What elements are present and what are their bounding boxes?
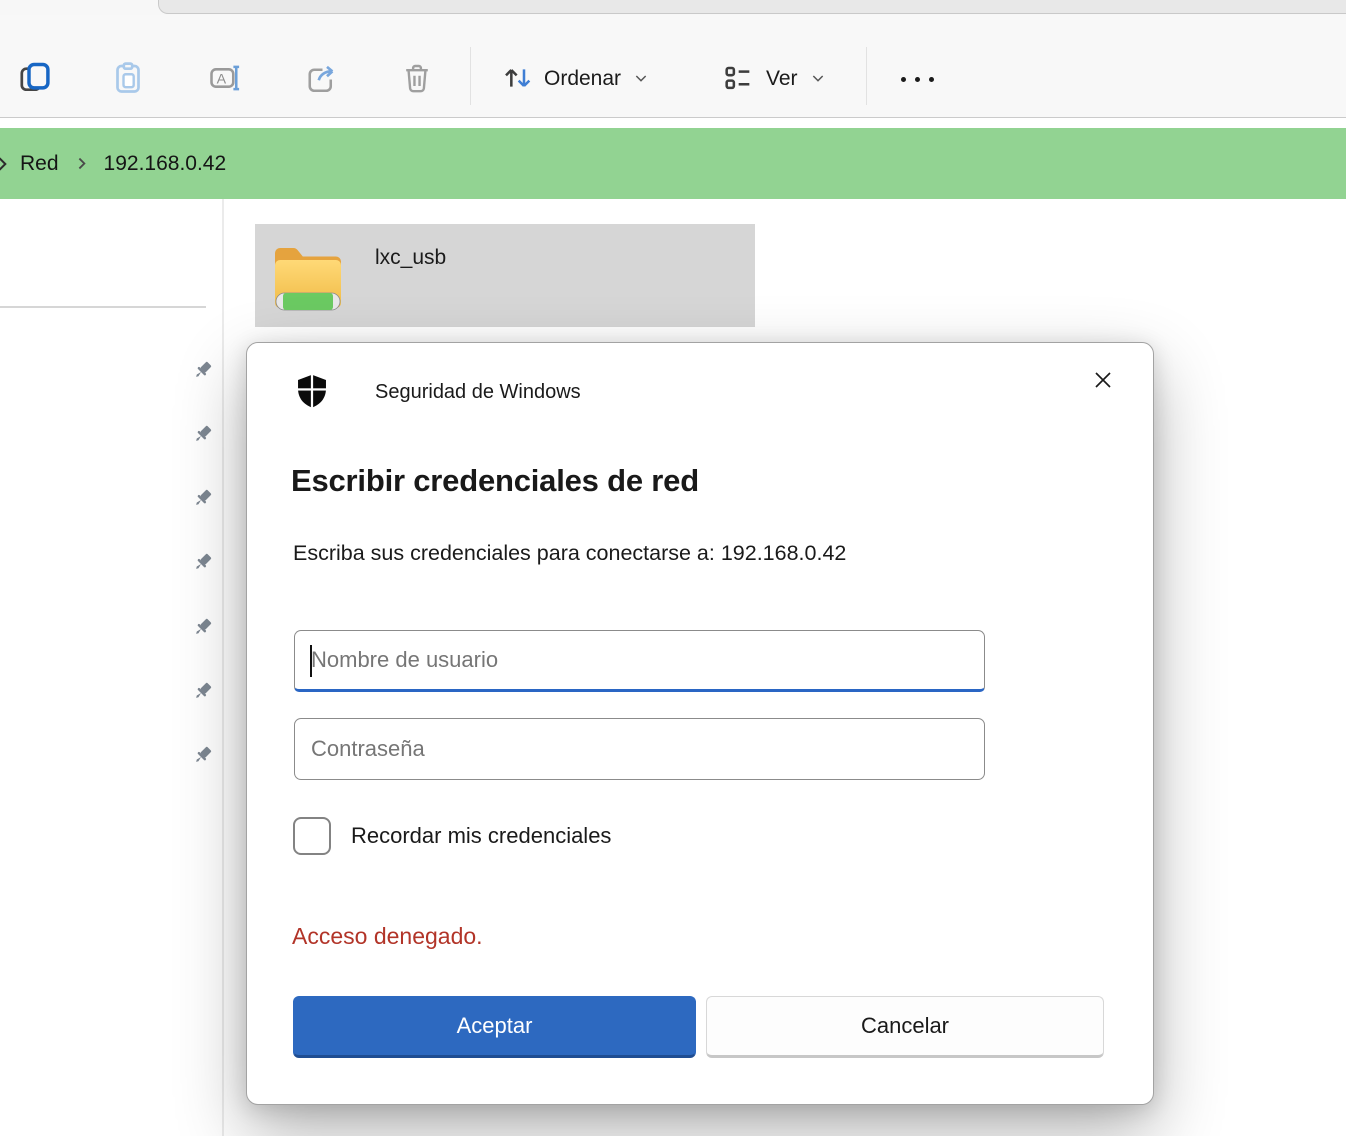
error-message: Acceso denegado. [292,923,483,950]
toolbar-separator [470,47,471,105]
pin-icon[interactable] [192,551,214,573]
sidebar-separator [222,199,224,1136]
explorer-tab[interactable] [158,0,1346,14]
copy-icon [17,60,53,99]
shield-icon [293,371,331,416]
chevron-right-icon [0,128,12,199]
cancel-button[interactable]: Cancelar [706,996,1104,1058]
pin-icon[interactable] [192,744,214,766]
rename-button[interactable]: A [205,59,245,99]
address-bar[interactable]: Red 192.168.0.42 [0,128,1346,199]
sort-button[interactable]: Ordenar [500,51,649,107]
sort-icon [500,62,532,97]
breadcrumb-item-red[interactable]: Red [20,152,59,176]
sidebar-section-divider [0,306,206,308]
view-label: Ver [766,67,798,91]
password-input[interactable] [295,719,984,779]
dialog-description: Escriba sus credenciales para conectarse… [293,541,846,566]
ok-button[interactable]: Aceptar [293,996,696,1058]
chevron-down-icon [810,70,826,89]
dialog-title: Seguridad de Windows [375,381,581,404]
delete-button[interactable] [397,59,437,99]
tab-strip [0,0,1346,15]
username-field[interactable] [294,630,985,692]
file-row-lxc-usb[interactable]: lxc_usb [255,224,755,327]
copy-button[interactable] [15,59,55,99]
text-caret [310,645,312,677]
pin-icon[interactable] [192,680,214,702]
file-explorer-window: A [0,0,1346,1136]
toolbar-separator [866,47,867,105]
paste-button[interactable] [108,59,148,99]
close-button[interactable] [1081,359,1125,403]
share-icon [303,60,339,99]
rename-icon: A [207,60,243,99]
sort-label: Ordenar [544,67,621,91]
password-field[interactable] [294,718,985,780]
folder-icon [267,236,353,323]
pin-icon[interactable] [192,616,214,638]
chevron-right-icon [73,155,90,172]
more-options-button[interactable] [893,59,941,99]
close-icon [1088,365,1118,398]
paste-icon [110,60,146,99]
windows-security-dialog: Seguridad de Windows Escribir credencial… [246,342,1154,1105]
chevron-down-icon [633,70,649,89]
toolbar: A [0,15,1346,118]
file-name: lxc_usb [375,246,446,270]
delete-icon [399,60,435,99]
more-icon [901,77,934,82]
pin-icon[interactable] [192,487,214,509]
remember-label: Recordar mis credenciales [351,823,611,849]
username-input[interactable] [295,631,984,689]
remember-credentials-row[interactable]: Recordar mis credenciales [293,817,611,855]
view-button[interactable]: Ver [722,51,826,107]
view-icon [722,62,754,97]
dialog-heading: Escribir credenciales de red [291,463,699,499]
dialog-buttons: Aceptar Cancelar [293,996,1104,1058]
breadcrumb-item-host[interactable]: 192.168.0.42 [104,152,227,176]
pin-icon[interactable] [192,359,214,381]
share-button[interactable] [301,59,341,99]
remember-checkbox[interactable] [293,817,331,855]
svg-text:A: A [217,71,227,87]
pin-icon[interactable] [192,423,214,445]
